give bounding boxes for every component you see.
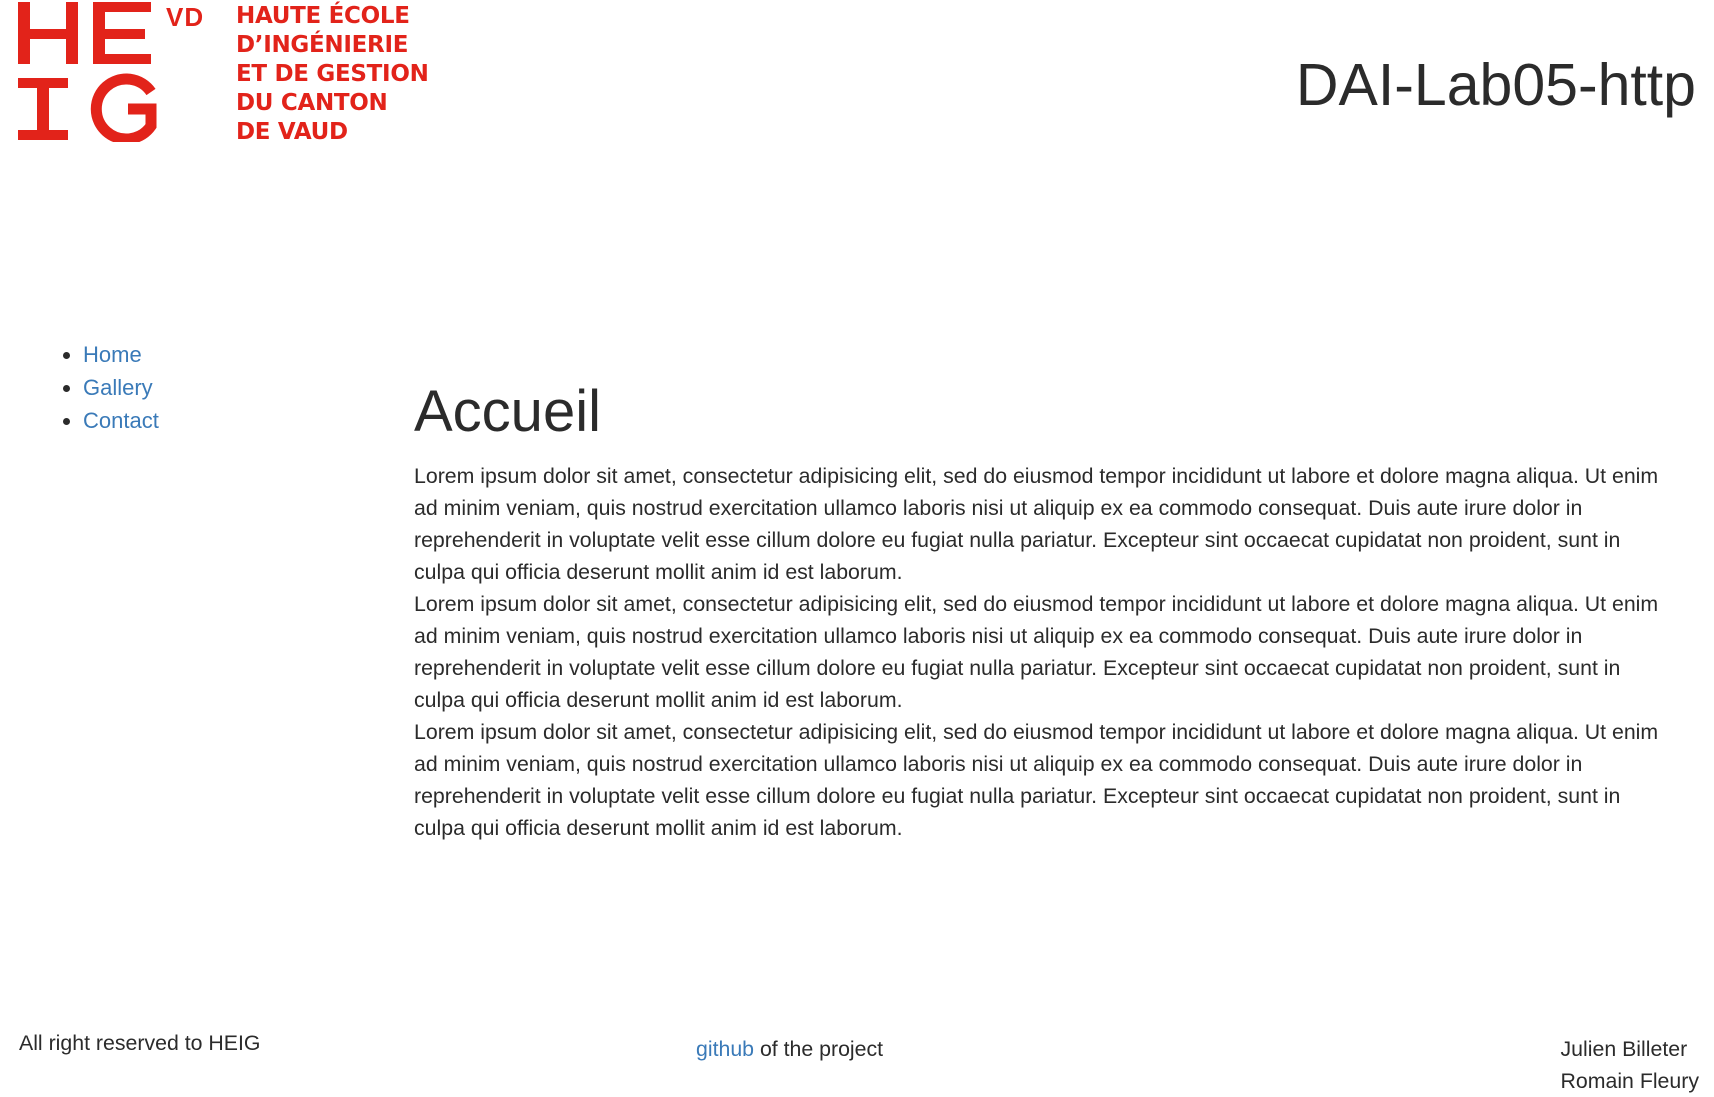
content-paragraph: Lorem ipsum dolor sit amet, consectetur … [414,592,1659,712]
logo-line: D’INGÉNIERIE [236,32,409,58]
nav-item-gallery: Gallery [83,371,159,404]
nav-item-home: Home [83,338,159,371]
logo-line: ET DE GESTION [236,61,429,87]
author-name: Romain Fleury [1560,1069,1699,1093]
footer-github: github of the project [696,1033,883,1065]
heig-vd-logo: VD HAUTE ÉCOLE D’INGÉNIERIE ET DE GESTIO… [18,2,438,147]
page-title: Accueil [414,379,601,444]
nav-list: Home Gallery Contact [0,338,159,437]
github-link[interactable]: github [696,1037,754,1061]
heig-logo-mark [18,2,157,142]
logo-line: HAUTE ÉCOLE [236,3,410,29]
content-paragraph: Lorem ipsum dolor sit amet, consectetur … [414,720,1659,840]
footer-authors: Julien Billeter Romain Fleury [1561,1033,1699,1097]
logo-line: DE VAUD [236,119,348,145]
main-content: Accueil Lorem ipsum dolor sit amet, cons… [414,378,1664,844]
github-suffix-text: of the project [754,1037,884,1061]
author-name: Julien Billeter [1560,1037,1688,1061]
logo-line: DU CANTON [236,90,388,116]
nav-link-gallery[interactable]: Gallery [83,375,153,400]
nav-item-contact: Contact [83,404,159,437]
logo-school-name: HAUTE ÉCOLE D’INGÉNIERIE ET DE GESTION D… [236,2,429,147]
site-title: DAI-Lab05-http [1295,52,1696,118]
nav-link-contact[interactable]: Contact [83,408,159,433]
footer-rights: All right reserved to HEIG [19,1031,261,1055]
content-paragraph: Lorem ipsum dolor sit amet, consectetur … [414,464,1659,584]
nav-link-home[interactable]: Home [83,342,142,367]
logo-region: VD [166,2,205,32]
